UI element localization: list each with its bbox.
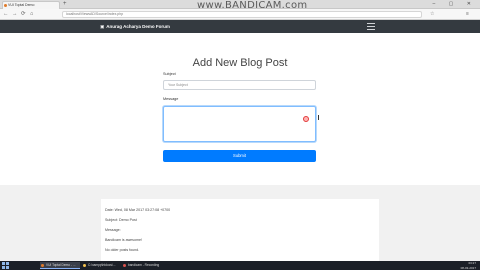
posts-section: Date: Wed, 08 Mar 2017 03:27:08 +0700 Su…: [0, 185, 480, 261]
os-taskbar: VUI Toptal Demo - ... C:\xampp\htdocs\..…: [0, 261, 480, 270]
subject-label: Subject: [163, 72, 176, 76]
home-icon[interactable]: ⌂: [30, 10, 33, 19]
message-textarea[interactable]: [163, 106, 316, 142]
browser-tab-bar: VUI Toptal Demo + www.BANDICAM.com – ▢ ✕: [0, 0, 480, 11]
star-icon[interactable]: ☆: [430, 10, 434, 19]
site-navbar: ▣ Anurag Acharya Demo Forum: [0, 20, 480, 33]
browser-app-icon: [41, 264, 44, 267]
taskbar-item-folder[interactable]: C:\xampp\htdocs\...: [82, 262, 120, 269]
taskbar-item-bandicam[interactable]: bandicam - Recording: [122, 262, 164, 269]
taskbar-item-label: VUI Toptal Demo - ...: [46, 263, 76, 267]
post-message-label: Message:: [105, 228, 121, 232]
bandicam-app-icon: [123, 264, 126, 267]
message-label: Message: [163, 97, 179, 101]
browser-menu-icon[interactable]: ≡: [466, 10, 469, 19]
forward-icon[interactable]: →: [12, 10, 18, 19]
hamburger-menu-icon[interactable]: [367, 23, 375, 30]
favicon-icon: [4, 4, 7, 7]
text-cursor: [318, 115, 319, 120]
address-bar: ← → ⟳ ⌂ localhost/ViewsAD/Source/index.p…: [0, 9, 480, 20]
system-clock[interactable]: 03:27 08-03-2017: [461, 261, 476, 270]
url-field[interactable]: localhost/ViewsAD/Source/index.php: [62, 11, 422, 18]
site-brand[interactable]: ▣ Anurag Acharya Demo Forum: [100, 20, 170, 33]
new-tab-button[interactable]: +: [63, 1, 67, 8]
post-date: Date: Wed, 08 Mar 2017 03:27:08 +0700: [105, 208, 171, 212]
taskbar-item-browser[interactable]: VUI Toptal Demo - ...: [40, 262, 80, 269]
brand-label: Anurag Acharya Demo Forum: [106, 24, 170, 29]
page-title: Add New Blog Post: [192, 57, 288, 69]
taskbar-item-label: bandicam - Recording: [128, 263, 160, 267]
windows-start-icon[interactable]: [2, 262, 9, 269]
new-post-section: Add New Blog Post Subject Your Subject M…: [0, 33, 480, 185]
post-message-body: Bandicam is awesome!: [105, 238, 142, 242]
browser-tab[interactable]: VUI Toptal Demo: [2, 1, 60, 9]
post-card: Date: Wed, 08 Mar 2017 03:27:08 +0700 Su…: [101, 199, 379, 261]
no-posts-text: No older posts found.: [105, 248, 140, 252]
clock-date: 08-03-2017: [460, 265, 476, 270]
taskbar-item-label: C:\xampp\htdocs\...: [88, 263, 116, 267]
submit-button[interactable]: Submit: [163, 150, 316, 162]
subject-input[interactable]: Your Subject: [163, 80, 316, 90]
reload-icon[interactable]: ⟳: [21, 10, 26, 19]
book-icon: ▣: [100, 24, 105, 29]
recording-indicator-icon: [303, 116, 309, 122]
tab-title: VUI Toptal Demo: [8, 3, 35, 7]
folder-app-icon: [83, 264, 86, 267]
back-icon[interactable]: ←: [3, 10, 9, 19]
window-controls[interactable]: – ▢ ✕: [433, 0, 477, 8]
post-subject: Subject: Demo Post: [105, 218, 137, 222]
